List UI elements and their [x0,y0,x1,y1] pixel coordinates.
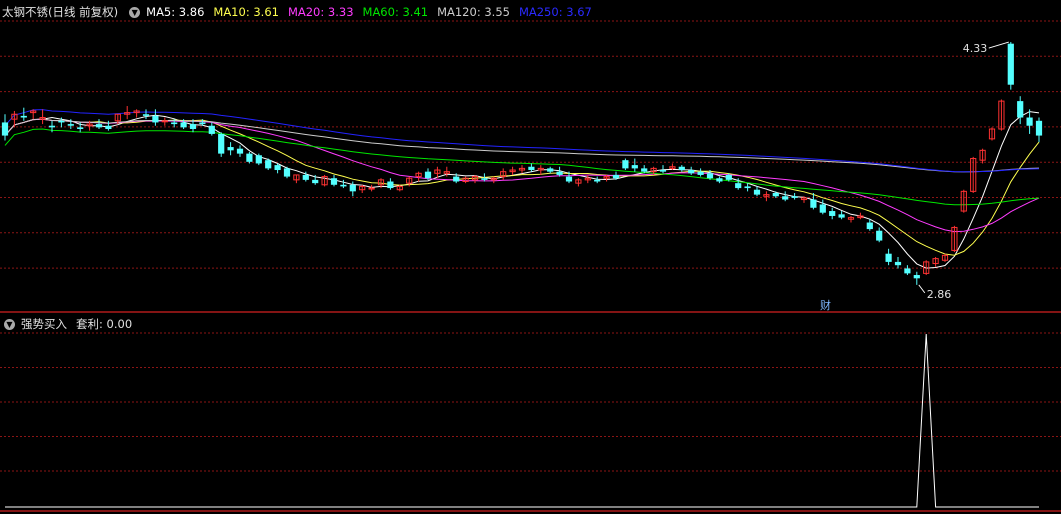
candle-body [171,122,178,125]
candle-body [67,124,74,126]
candle-body [161,120,168,123]
candle-body [77,127,84,130]
candle-body [678,166,685,171]
candle-body [622,160,629,169]
candle-body [791,196,798,198]
candle-body [753,189,761,195]
candle-body [218,133,225,154]
candle-body [716,178,723,182]
candle-body [255,155,262,164]
ma20-line [4,118,1040,233]
candle-body [819,204,826,213]
candle-body [885,253,892,262]
candle-body [265,160,272,169]
candle-body [904,268,911,274]
candle-body [105,125,112,130]
candle-body [142,114,150,116]
candle-body [368,187,375,190]
candle-body [189,124,197,130]
candle-body [48,125,56,128]
low-pointer [918,284,926,294]
candle-body [866,222,873,230]
candle-body [312,179,319,184]
candle-body [1026,117,1033,126]
candle-body [1035,120,1043,136]
candle-body [565,176,573,182]
candle-body [894,261,902,266]
candle-body [735,183,742,189]
indicator-line [5,333,1039,508]
candle-body [283,168,291,177]
candle-body [58,120,65,123]
candle-body [810,199,817,208]
candle-body [453,176,460,182]
candle-body [838,214,845,218]
candle-body [547,168,554,172]
candle-body [1017,101,1024,118]
candle-body [236,148,244,154]
candle-body [1007,43,1014,85]
candle-body [349,184,356,192]
candle-body [913,275,920,279]
candle-body [246,153,253,162]
candle-body [829,211,836,216]
candle-body [697,171,704,175]
candle-body [612,174,620,179]
candle-body [180,122,187,128]
candle-body [641,168,648,172]
candle-body [95,124,103,128]
candle-body [227,147,234,151]
high-pointer [988,41,1009,49]
candle-body [688,170,695,174]
candle-body [199,122,206,125]
candle-body [556,171,563,175]
kline-chart[interactable]: 4.33 2.86 财 [0,0,1061,514]
candle-body [152,115,159,123]
candle-body [772,192,779,197]
candle-body [1,122,9,136]
high-label: 4.33 [963,42,988,55]
candle-body [274,165,281,171]
candle-body [782,196,789,200]
candle-body [481,178,488,180]
candle-body [876,230,883,241]
candle-body [528,166,535,171]
candle-body [20,115,27,118]
candle-body [744,186,751,189]
candle-body [725,174,732,180]
finance-badge: 财 [820,298,831,312]
candle-body [387,181,394,189]
candle-body [631,165,638,169]
candle-body [208,125,215,134]
candle-body [659,170,667,172]
candle-body [706,173,714,179]
candle-body [302,174,309,180]
low-label: 2.86 [927,288,952,301]
candle-body [424,171,432,179]
candle-body [330,178,338,185]
candle-body [594,179,601,182]
ma10-line [4,118,1040,256]
candle-body [340,184,347,187]
ma5-line [4,111,1040,269]
